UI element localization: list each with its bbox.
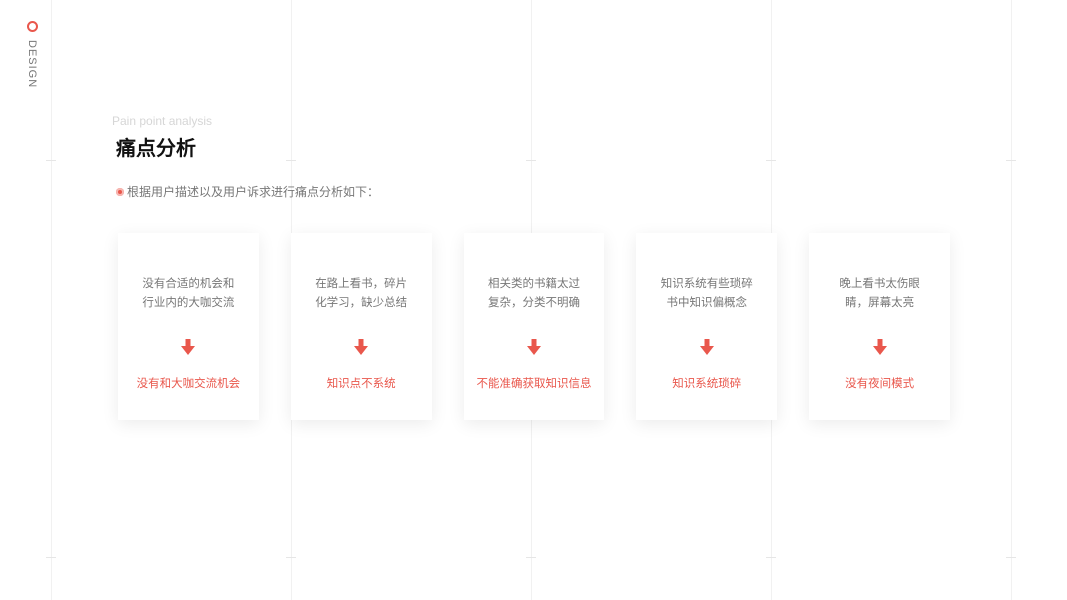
result-text: 没有夜间模式 — [845, 376, 915, 390]
problem-line: 睛，屏幕太亮 — [845, 295, 915, 309]
grid-mark — [766, 160, 776, 161]
problem-line: 化学习，缺少总结 — [315, 295, 408, 309]
intro-text: 根据用户描述以及用户诉求进行痛点分析如下： — [116, 183, 379, 200]
subtitle-english: Pain point analysis — [112, 114, 213, 128]
pain-point-card: 相关类的书籍太过 复杂，分类不明确 不能准确获取知识信息 — [463, 233, 605, 420]
result-text: 知识系统琐碎 — [672, 376, 742, 390]
grid-mark — [286, 160, 296, 161]
bullet-dot-icon — [116, 187, 124, 196]
grid-mark — [46, 160, 56, 161]
result-text: 不能准确获取知识信息 — [476, 376, 592, 390]
problem-line: 行业内的大咖交流 — [142, 295, 235, 309]
pain-point-card: 知识系统有些琐碎 书中知识偏概念 知识系统琐碎 — [636, 233, 778, 420]
intro-label: 根据用户描述以及用户诉求进行痛点分析如下： — [127, 185, 380, 199]
brand-label: DESIGN — [26, 40, 38, 89]
pain-point-card: 晚上看书太伤眼 睛，屏幕太亮 没有夜间模式 — [809, 233, 950, 420]
grid-mark — [526, 557, 536, 558]
grid-mark — [46, 557, 56, 558]
problem-text: 晚上看书太伤眼 睛，屏幕太亮 — [839, 274, 920, 314]
problem-line: 晚上看书太伤眼 — [839, 276, 920, 290]
problem-line: 知识系统有些琐碎 — [660, 276, 753, 290]
result-text: 没有和大咖交流机会 — [136, 376, 241, 390]
grid-mark — [1006, 557, 1016, 558]
result-text: 知识点不系统 — [326, 376, 396, 390]
arrow-down-icon — [526, 339, 541, 355]
arrow-down-icon — [872, 339, 887, 355]
problem-line: 相关类的书籍太过 — [487, 276, 580, 290]
pain-point-card: 没有合适的机会和 行业内的大咖交流 没有和大咖交流机会 — [118, 233, 259, 420]
arrow-down-icon — [699, 339, 714, 355]
pain-point-card: 在路上看书，碎片 化学习，缺少总结 知识点不系统 — [290, 233, 432, 420]
grid-mark — [286, 557, 296, 558]
grid-line — [1011, 0, 1012, 600]
arrow-down-icon — [181, 339, 196, 355]
grid-line — [51, 0, 52, 600]
problem-line: 书中知识偏概念 — [666, 295, 748, 309]
grid-mark — [766, 557, 776, 558]
problem-line: 没有合适的机会和 — [142, 276, 235, 290]
problem-line: 在路上看书，碎片 — [315, 276, 408, 290]
problem-text: 在路上看书，碎片 化学习，缺少总结 — [315, 274, 407, 314]
page-title: 痛点分析 — [116, 136, 196, 160]
pain-point-cards: 没有合适的机会和 行业内的大咖交流 没有和大咖交流机会 在路上看书，碎片 化学习… — [118, 233, 950, 420]
problem-text: 相关类的书籍太过 复杂，分类不明确 — [488, 274, 580, 314]
grid-mark — [1006, 160, 1016, 161]
problem-text: 没有合适的机会和 行业内的大咖交流 — [142, 274, 234, 314]
problem-text: 知识系统有些琐碎 书中知识偏概念 — [661, 274, 753, 314]
ring-logo-icon — [27, 21, 38, 32]
arrow-down-icon — [354, 339, 369, 355]
problem-line: 复杂，分类不明确 — [487, 295, 580, 309]
grid-mark — [526, 160, 536, 161]
